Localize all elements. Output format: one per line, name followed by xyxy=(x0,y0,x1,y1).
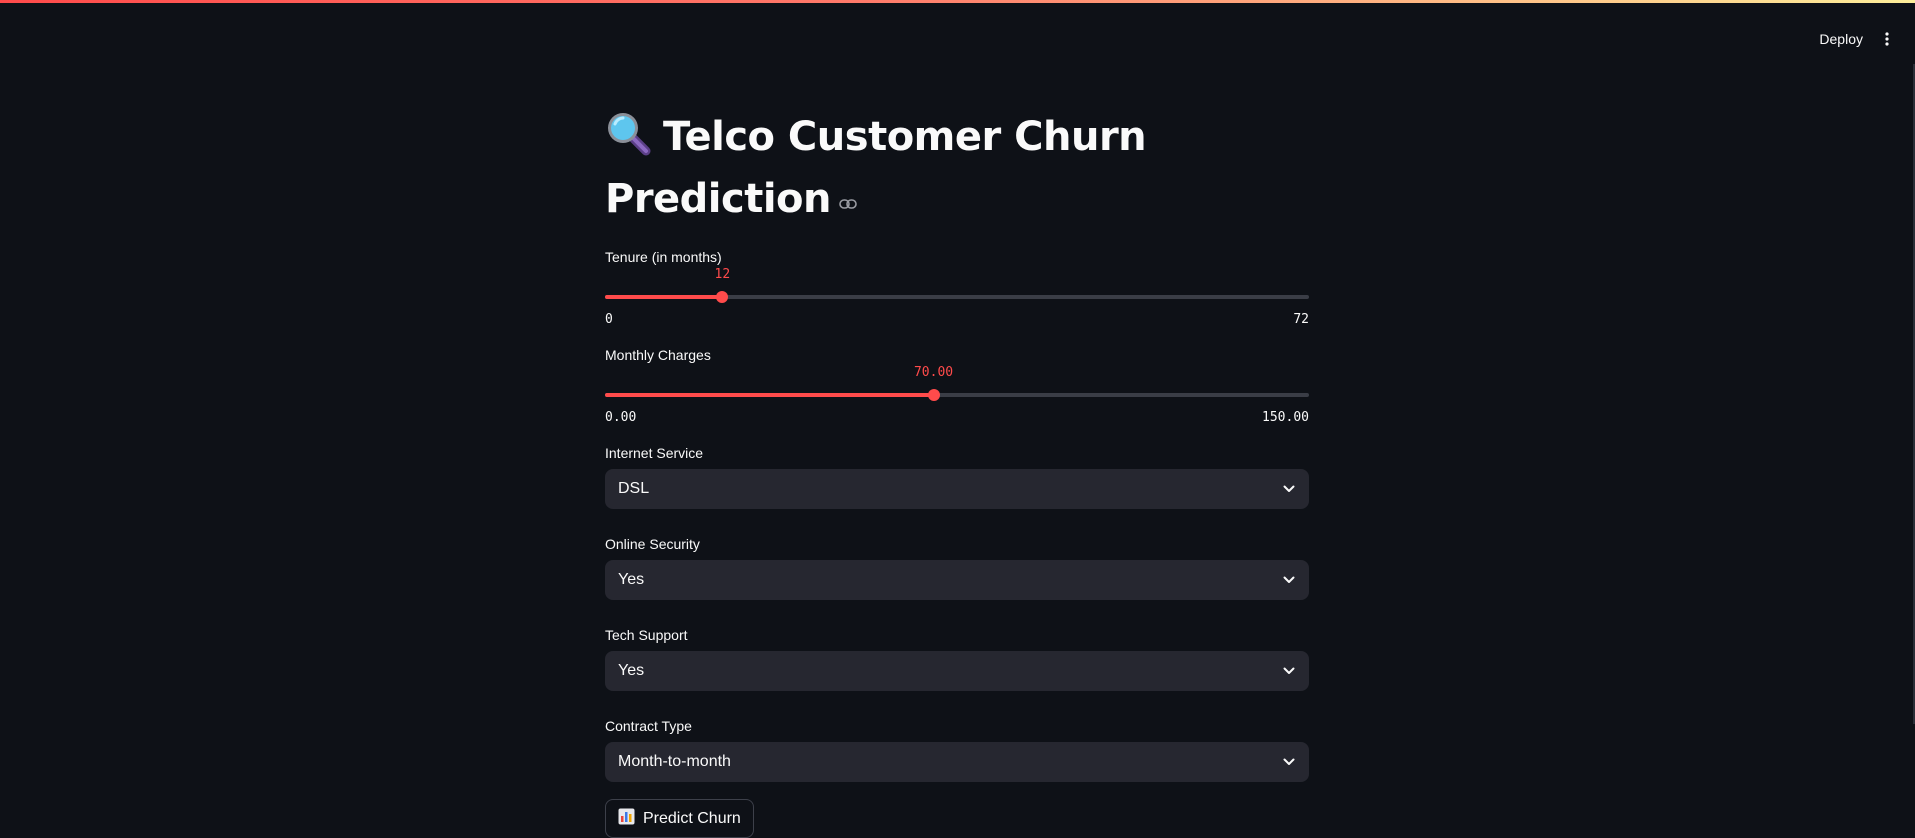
deploy-button[interactable]: Deploy xyxy=(1819,31,1863,47)
more-vertical-icon[interactable] xyxy=(1883,31,1891,47)
monthly-charges-slider-thumb[interactable] xyxy=(927,389,940,401)
link-icon[interactable] xyxy=(839,170,857,224)
page-title: Telco Customer Churn Prediction xyxy=(605,110,1309,226)
contract-type-label: Contract Type xyxy=(605,718,692,734)
contract-type-widget: Contract Type Month-to-month xyxy=(605,717,1309,782)
online-security-value: Yes xyxy=(618,571,645,588)
magnifying-glass-icon xyxy=(605,110,651,170)
tenure-label: Tenure (in months) xyxy=(605,249,722,265)
internet-service-value: DSL xyxy=(618,480,650,497)
monthly-charges-slider[interactable] xyxy=(605,389,1309,401)
monthly-charges-max: 150.00 xyxy=(1262,410,1309,425)
chevron-down-icon xyxy=(1282,573,1296,587)
tenure-slider-widget: Tenure (in months) 12 0 72 xyxy=(605,248,1309,328)
chevron-down-icon xyxy=(1282,755,1296,769)
online-security-select[interactable]: Yes xyxy=(605,560,1309,600)
tenure-value: 12 xyxy=(714,267,731,282)
online-security-label: Online Security xyxy=(605,536,700,552)
bar-chart-icon xyxy=(618,808,635,830)
internet-service-widget: Internet Service DSL xyxy=(605,444,1309,509)
monthly-charges-value: 70.00 xyxy=(913,365,954,380)
internet-service-select[interactable]: DSL xyxy=(605,469,1309,509)
monthly-charges-label: Monthly Charges xyxy=(605,347,711,363)
monthly-charges-slider-widget: Monthly Charges 70.00 0.00 150.00 xyxy=(605,346,1309,426)
tech-support-widget: Tech Support Yes xyxy=(605,626,1309,691)
page-title-text: Telco Customer Churn Prediction xyxy=(605,114,1147,222)
contract-type-select[interactable]: Month-to-month xyxy=(605,742,1309,782)
tech-support-select[interactable]: Yes xyxy=(605,651,1309,691)
contract-type-value: Month-to-month xyxy=(618,753,731,770)
online-security-widget: Online Security Yes xyxy=(605,535,1309,600)
predict-churn-button[interactable]: Predict Churn xyxy=(605,799,754,838)
tenure-slider-fill xyxy=(605,295,723,299)
main-content: Telco Customer Churn Prediction Tenure (… xyxy=(605,110,1309,838)
top-decoration-stripe xyxy=(0,0,1915,3)
internet-service-label: Internet Service xyxy=(605,445,704,461)
tenure-max: 72 xyxy=(1293,312,1309,327)
tenure-slider-thumb[interactable] xyxy=(716,291,729,303)
monthly-charges-min: 0.00 xyxy=(605,410,637,425)
app-toolbar: Deploy xyxy=(1819,26,1891,52)
chevron-down-icon xyxy=(1282,664,1296,678)
predict-churn-label: Predict Churn xyxy=(643,809,741,827)
chevron-down-icon xyxy=(1282,482,1296,496)
tech-support-label: Tech Support xyxy=(605,627,688,643)
tenure-min: 0 xyxy=(605,312,613,327)
tech-support-value: Yes xyxy=(618,662,645,679)
monthly-charges-slider-fill xyxy=(605,393,934,397)
tenure-slider[interactable] xyxy=(605,291,1309,303)
